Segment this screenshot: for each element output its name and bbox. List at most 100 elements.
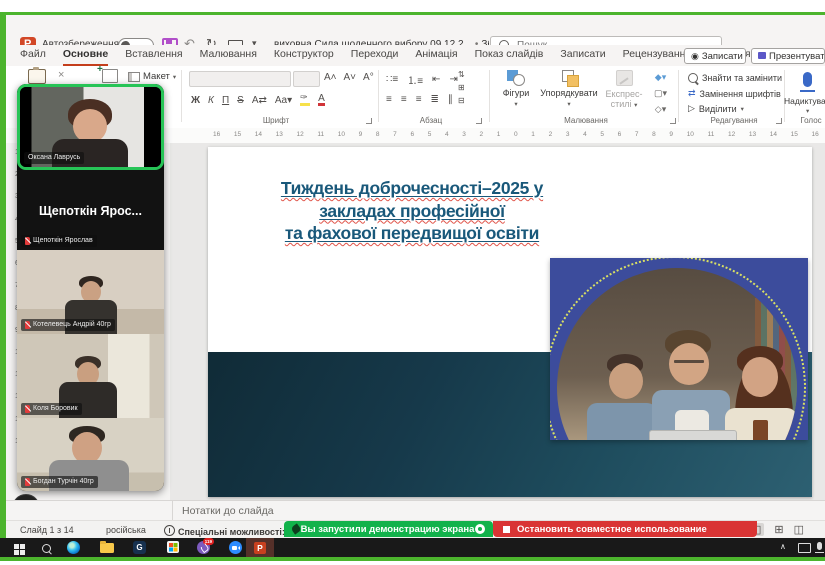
font-size-buttons: A˄ A˅ A° [324,72,374,83]
viber-icon[interactable]: 119 [197,541,210,554]
microsoft-store-icon[interactable] [167,541,179,553]
ruler-number: 16 [213,131,220,138]
participant-tile[interactable]: Богдан Турчін 40гр [17,418,164,491]
smartart-icon[interactable]: ⊟ [458,96,465,105]
ribbon-tab[interactable]: Вставлення [125,45,182,66]
decrease-indent-icon[interactable]: ⇤ [432,74,440,85]
ruler-number: 1 [497,131,501,138]
font-group-label: Шрифт [236,116,316,125]
numbering-icon[interactable]: ⒈≡ [407,72,423,87]
drawing-group-label: Малювання [546,116,626,125]
edge-browser-icon[interactable] [67,541,80,554]
notes-placeholder[interactable]: Нотатки до слайда [182,505,274,517]
ribbon-tab[interactable]: Рецензування [623,45,691,66]
participant-tile-active-speaker[interactable]: Оксана Лаврусь [17,84,164,170]
tray-microphone-icon[interactable] [817,542,822,550]
participant-tile[interactable]: Котелевець Андрій 40гр [17,250,164,334]
ruler-number: 14 [770,131,777,138]
grow-font-icon[interactable]: A˄ [324,72,337,83]
find-replace-button[interactable]: Знайти та замінити [688,73,782,83]
paste-icon[interactable] [28,69,46,84]
shrink-font-icon[interactable]: A˅ [344,72,357,83]
font-name-combo[interactable] [189,71,291,87]
powerpoint-taskbar-button[interactable]: P [246,538,274,557]
ruler-number: 12 [297,131,304,138]
ribbon-tab[interactable]: Основне [63,45,108,66]
replace-fonts-button[interactable]: ⇄Замінення шрифтів [688,88,781,99]
clear-formatting-icon[interactable]: A° [363,72,374,83]
accessibility-icon [164,525,175,536]
dictate-microphone-icon[interactable] [803,72,812,87]
ribbon-tab[interactable]: Малювання [200,45,257,66]
start-button-icon[interactable] [14,544,19,549]
strikethrough-button[interactable]: S [237,95,244,106]
ribbon-tab[interactable]: Конструктор [274,45,334,66]
highlight-color-icon[interactable]: ✑ [300,94,310,106]
ribbon-tab[interactable]: Переходи [351,45,399,66]
person-figure [587,403,657,440]
shapes-button[interactable]: Фігури▾ [498,70,534,108]
bullets-icon[interactable]: ∷≡ [386,74,398,85]
cut-icon[interactable]: × [58,69,64,81]
ribbon-tab[interactable]: Анімація [415,45,457,66]
text-direction-icon[interactable]: ⇅ [458,70,465,79]
slide-sorter-view-button[interactable]: ⊞ [774,523,783,536]
justify-icon[interactable]: ≣ [431,94,439,105]
participant-tile[interactable]: Щепоткін Ярос... Щепоткін Ярослав [17,170,164,250]
record-button[interactable]: ◉Записати [684,48,746,64]
present-in-teams-button[interactable]: Презентувати в Т [751,48,825,64]
font-dialog-launcher-icon[interactable] [366,118,372,124]
align-left-icon[interactable]: ≡ [386,94,392,105]
slide-photo-square[interactable] [550,258,808,440]
layout-button[interactable]: Макет▾ [128,71,176,82]
quick-styles-button[interactable]: Експрес- стилі ▾ [603,70,645,109]
stop-share-button[interactable]: Остановить совместное использование [493,521,757,537]
increase-indent-icon[interactable]: ⇥ [449,74,457,85]
ruler-number: 15 [791,131,798,138]
shape-fill-icon[interactable]: ◆▾ [655,72,666,83]
paragraph-group-label: Абзац [391,116,471,125]
change-case-icon[interactable]: Aa▾ [275,95,292,106]
paragraph-dialog-launcher-icon[interactable] [476,118,482,124]
arrange-button[interactable]: Упорядкувати▾ [539,70,599,108]
slide-canvas[interactable]: Тиждень доброчесності–2025 у закладах пр… [208,147,812,497]
italic-button[interactable]: К [208,95,214,106]
participant-tile[interactable]: Коля Боровик [17,334,164,418]
find-icon [688,73,698,83]
drawing-dialog-launcher-icon[interactable] [670,118,676,124]
windows-taskbar: G 119 P ∧ [0,538,825,557]
select-button[interactable]: ▷Виділити ▾ [688,103,744,114]
meeting-participants-panel[interactable]: Оксана Лаврусь Щепоткін Ярос... Щепоткін… [17,84,164,491]
tray-expand-icon[interactable]: ∧ [780,542,786,551]
language-indicator[interactable]: російська [106,525,146,535]
teams-icon [758,52,766,59]
screenshare-banner[interactable]: Вы запустили демонстрацию экрана [284,521,493,537]
g-app-icon[interactable]: G [133,541,146,554]
align-text-icon[interactable]: ⊞ [458,83,465,92]
shape-effects-icon[interactable]: ◇▾ [655,104,666,115]
slide-title[interactable]: Тиждень доброчесності–2025 у закладах пр… [216,177,608,245]
ribbon-tab[interactable]: Показ слайдів [475,45,544,66]
ribbon-tab[interactable]: Записати [560,45,605,66]
mic-muted-icon [25,321,30,329]
file-explorer-icon[interactable] [100,543,114,553]
taskbar-search-icon[interactable] [42,544,51,553]
tray-display-icon[interactable] [798,543,811,553]
underline-button[interactable]: П [222,95,229,106]
align-right-icon[interactable]: ≡ [416,94,422,105]
powerpoint-app-icon: P [254,542,266,554]
zoom-app-icon[interactable] [229,541,242,554]
bold-button[interactable]: Ж [191,95,200,106]
align-center-icon[interactable]: ≡ [401,94,407,105]
font-size-combo[interactable] [293,71,320,87]
char-spacing-icon[interactable]: A⇄ [252,95,267,106]
columns-icon[interactable]: ∥ [448,94,453,105]
ribbon-tab[interactable]: Файл [20,45,46,66]
person-figure [609,363,643,399]
notes-pane[interactable]: Нотатки до слайда [6,500,825,521]
font-color-icon[interactable]: A [318,94,325,106]
shape-outline-icon[interactable]: ▢▾ [654,88,667,99]
dictate-label[interactable]: Надиктувати [784,96,825,106]
new-slide-icon[interactable] [102,69,118,83]
reading-view-button[interactable]: ◫ [794,523,804,536]
